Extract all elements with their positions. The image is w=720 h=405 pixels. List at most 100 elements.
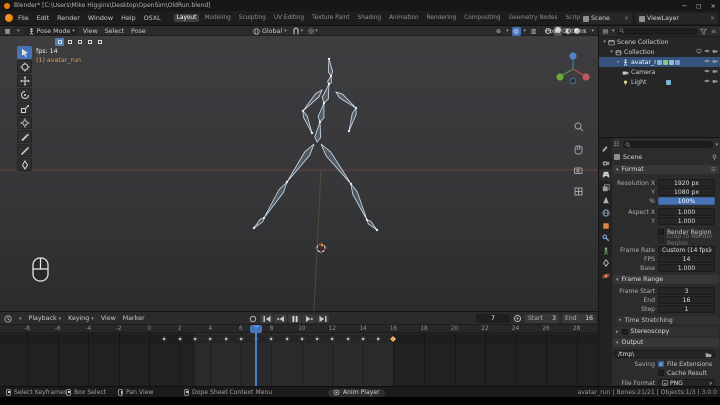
keying-set-icon[interactable] [513,314,522,323]
camera-view-icon[interactable] [574,167,583,174]
show-gizmo-icon[interactable]: ⊕ [494,27,503,36]
unlink-scene-icon[interactable]: × [624,15,629,22]
jump-start-button[interactable] [260,314,273,323]
properties-tab-physics[interactable] [599,270,612,282]
playhead[interactable] [255,325,257,386]
properties-tab-tool[interactable] [599,144,612,156]
outliner-row-camera[interactable]: Camera [599,67,720,77]
minimize-button[interactable]: − [682,2,687,10]
filter-funnel-icon[interactable] [700,28,707,35]
viewport-3d[interactable]: ▦ ▾ Pose Mode ▾ View Select Pose Global ▾ ▾ [0,26,598,311]
outliner-display-mode-icon[interactable]: ▤ [601,27,610,36]
pin-icon[interactable] [711,154,718,161]
gizmo-z-axis[interactable] [569,52,577,60]
tab-layout[interactable]: Layout [173,14,200,22]
armature-bone-6[interactable] [302,109,313,134]
viewport-menu-pose[interactable]: Pose [131,28,146,35]
armature-bone-14[interactable] [366,219,378,231]
frame-end-field[interactable]: 16 [658,296,715,304]
camera-toggle-icon[interactable] [712,58,718,66]
scene-selector[interactable]: Scene × [580,13,632,24]
properties-tab-world[interactable] [599,207,612,219]
menu-osxl[interactable]: OSXL [144,14,161,22]
armature-bone-7[interactable] [335,91,357,109]
select-box-tool[interactable] [17,46,32,59]
eye-toggle-icon[interactable] [704,48,710,56]
timeline-dopesheet[interactable] [0,333,598,387]
outliner-row-collection[interactable]: ▾ Collection [599,47,720,57]
armature-bone-10[interactable] [263,181,288,219]
transform-orientation-dropdown[interactable]: Global ▾ [253,28,287,35]
xray-toggle-icon[interactable]: ▥ [529,27,538,36]
frame-step-field[interactable]: 1 [658,305,715,313]
tab-geometry-nodes[interactable]: Geometry Nodes [506,14,561,22]
outliner-filter-icon[interactable]: ≡ [709,27,718,36]
properties-filter-icon[interactable]: ▾ [715,142,718,148]
mode-dropdown[interactable]: Pose Mode ▾ [24,27,78,35]
menu-render[interactable]: Render [57,14,80,22]
properties-tab-output[interactable] [599,169,612,182]
current-frame-field[interactable]: 7 [476,314,510,323]
auto-keying-record-icon[interactable] [246,314,259,323]
annotate-tool[interactable] [17,130,32,143]
aspect-y-field[interactable]: 1.000 [658,217,715,225]
pause-button[interactable] [288,314,301,323]
snap-dropdown[interactable]: ▾ [292,27,303,35]
zoom-icon[interactable] [574,122,584,132]
remove-view-layer-icon[interactable]: × [710,15,715,22]
properties-search-input[interactable] [623,141,714,148]
editor-type-properties-icon[interactable]: ☷ [612,140,621,149]
armature-bone-11[interactable] [253,217,265,229]
timeline-menu-keying[interactable]: Keying ▾ [68,315,94,322]
maximize-button[interactable]: ◻ [696,2,701,10]
resolution-pct-slider[interactable]: 100% [658,197,715,205]
select-set-icon[interactable] [55,38,64,46]
camera-toggle-icon[interactable] [712,48,718,56]
prev-keyframe-button[interactable] [274,314,287,323]
eye-toggle-icon[interactable] [704,68,710,76]
properties-tab-object[interactable] [599,220,612,232]
timeline-menu-playback[interactable]: Playback ▾ [29,315,62,322]
rotate-tool[interactable] [17,88,32,101]
file-format-dropdown[interactable]: PNG ▾ [658,379,715,386]
pose-breakdowner-tool[interactable] [17,158,32,171]
outliner-search-input[interactable] [616,27,698,35]
scale-tool[interactable] [17,102,32,115]
menu-window[interactable]: Window [88,14,113,22]
move-tool[interactable] [17,74,32,87]
armature-bone-1[interactable] [327,74,332,85]
checkbox-cache-result[interactable] [658,370,664,376]
tab-rendering[interactable]: Rendering [424,14,460,22]
timeline-menu-marker[interactable]: Marker [123,315,145,322]
checkbox-crop-region[interactable] [658,237,664,243]
editor-type-3d-viewport-icon[interactable]: ▦ [3,27,12,36]
next-keyframe-button[interactable] [302,314,315,323]
section-output[interactable]: ▾ Output [613,338,719,347]
properties-tab-modifiers[interactable] [599,232,612,244]
tab-texture-paint[interactable]: Texture Paint [309,14,352,22]
measure-tool[interactable] [17,144,32,157]
menu-help[interactable]: Help [121,14,136,22]
fps-base-field[interactable]: 1.000 [658,264,715,272]
fps-field[interactable]: 14 [658,255,715,263]
armature-bone-5[interactable] [302,89,323,112]
tab-animation[interactable]: Animation [386,14,422,22]
tab-modeling[interactable]: Modeling [201,14,233,22]
select-subtract-icon[interactable] [75,38,84,46]
resolution-y-field[interactable]: 1080 px [658,188,715,196]
menu-edit[interactable]: Edit [37,14,49,22]
checkbox-file-extensions[interactable] [658,361,664,367]
blender-logo-icon[interactable] [5,14,13,22]
presets-icon[interactable]: ≡ [711,166,716,173]
select-extend-icon[interactable] [65,38,74,46]
tab-compositing[interactable]: Compositing [461,14,503,22]
resolution-x-field[interactable]: 1920 px [658,179,715,187]
armature-bone-4[interactable] [314,121,322,143]
armature-bone-3[interactable] [317,102,325,123]
eye-toggle-icon[interactable] [704,78,710,86]
frame-rate-dropdown[interactable]: Custom (14 fps) ▾ [658,246,715,254]
outliner-row-avatar-run[interactable]: ▸avatar_run [599,57,720,67]
tab-shading[interactable]: Shading [355,14,385,22]
properties-tab-scene[interactable] [599,194,612,206]
frame-start-pill[interactable]: Start 3 [525,314,559,323]
